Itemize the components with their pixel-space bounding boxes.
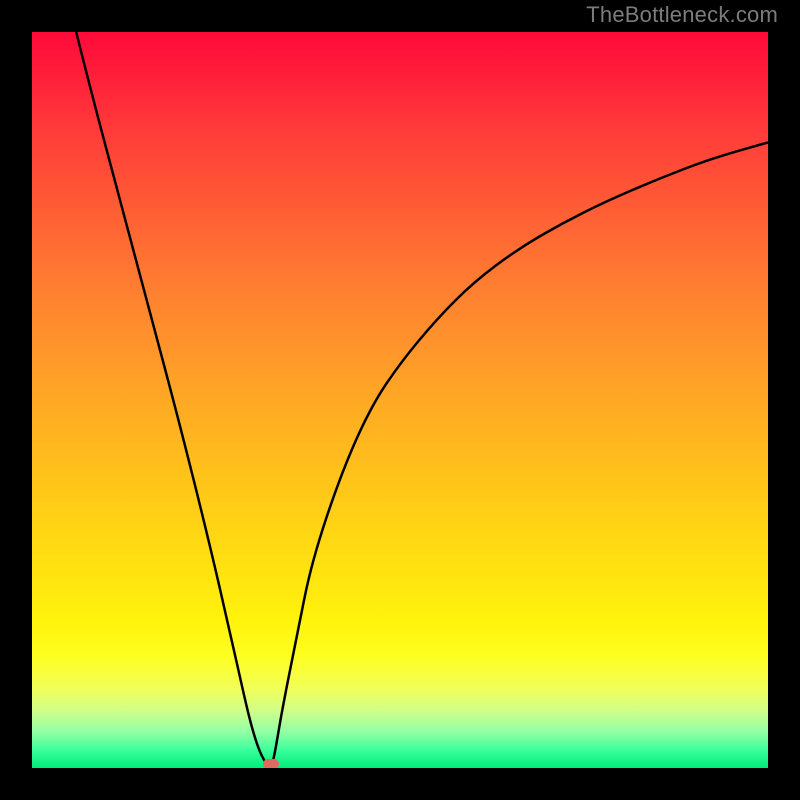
chart-frame: TheBottleneck.com — [0, 0, 800, 800]
optimum-marker — [263, 759, 279, 768]
watermark-text: TheBottleneck.com — [586, 2, 778, 28]
plot-area — [32, 32, 768, 768]
curve-line — [76, 32, 768, 767]
bottleneck-curve — [32, 32, 768, 768]
